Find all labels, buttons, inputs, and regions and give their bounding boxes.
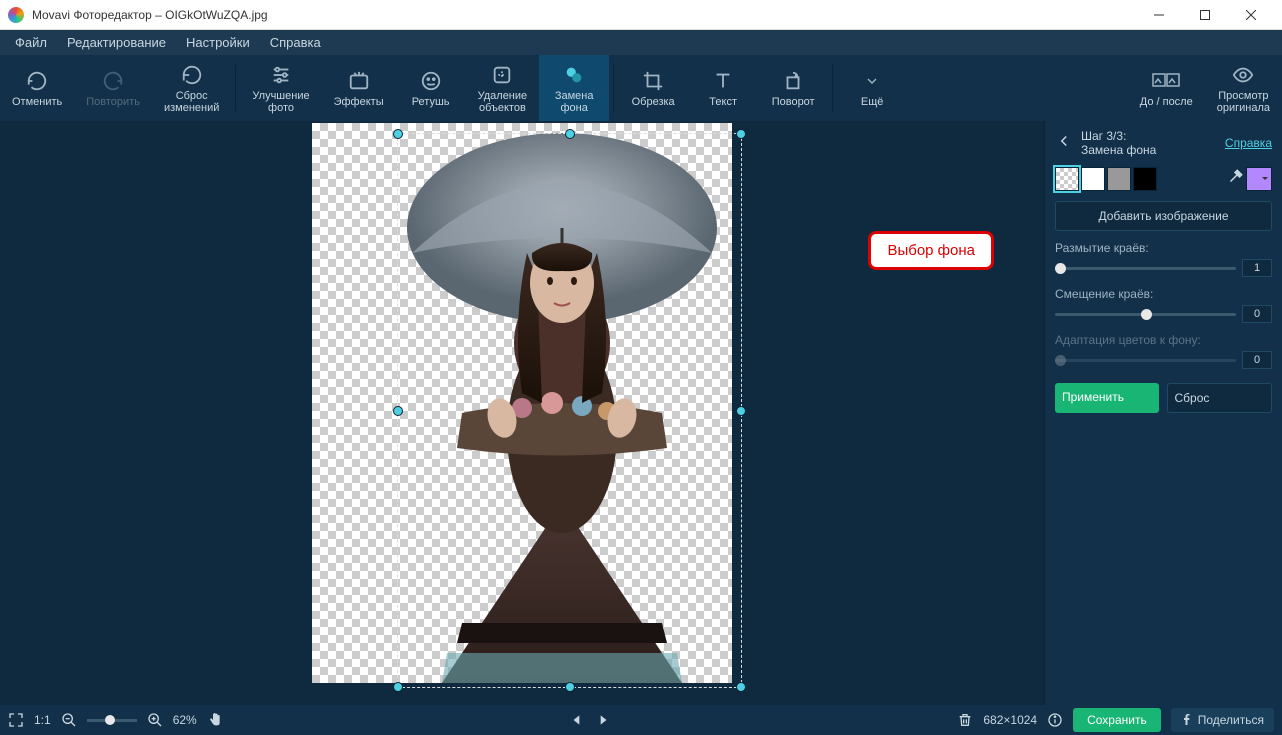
remove-objects-tool[interactable]: Удаление объектов [466, 55, 540, 121]
text-tool[interactable]: Текст [688, 55, 758, 121]
blur-value[interactable]: 1 [1242, 259, 1272, 277]
handle-mr[interactable] [736, 406, 746, 416]
sliders-icon [270, 62, 292, 88]
fullscreen-button[interactable] [8, 712, 24, 728]
close-button[interactable] [1228, 0, 1274, 30]
adapt-label: Адаптация цветов к фону: [1055, 333, 1272, 347]
blur-label: Размытие краёв: [1055, 241, 1272, 255]
menu-file[interactable]: Файл [5, 35, 57, 50]
info-button[interactable] [1047, 712, 1063, 728]
view-original-tool[interactable]: Просмотр оригинала [1205, 55, 1282, 121]
panel-title: Шаг 3/3:Замена фона [1081, 129, 1217, 157]
effects-tool[interactable]: Эффекты [322, 55, 396, 121]
text-icon [712, 68, 734, 94]
handle-tm[interactable] [565, 129, 575, 139]
hand-tool-button[interactable] [207, 712, 223, 728]
adapt-value: 0 [1242, 351, 1272, 369]
background-swap-tool[interactable]: Замена фона [539, 55, 609, 121]
menu-settings[interactable]: Настройки [176, 35, 260, 50]
side-panel: Шаг 3/3:Замена фона Справка Добавить изо… [1044, 121, 1282, 705]
separator [832, 65, 833, 111]
zoom-in-button[interactable] [147, 712, 163, 728]
handle-br[interactable] [736, 682, 746, 692]
reset-button[interactable]: Сброс [1167, 383, 1273, 413]
separator [613, 65, 614, 111]
before-after-tool[interactable]: До / после [1128, 55, 1205, 121]
compare-icon [1152, 68, 1180, 94]
workspace: Выбор фона Шаг 3/3:Замена фона Справка Д… [0, 121, 1282, 705]
maximize-button[interactable] [1182, 0, 1228, 30]
crop-icon [642, 68, 664, 94]
save-button[interactable]: Сохранить [1073, 708, 1161, 732]
bgswap-icon [563, 62, 585, 88]
eyedropper-button[interactable] [1226, 168, 1244, 191]
image-wrapper [312, 123, 732, 683]
bottom-bar: 1:1 62% 682×1024 Сохранить Поделиться [0, 705, 1282, 735]
zoom-slider[interactable] [87, 719, 137, 722]
handle-bl[interactable] [393, 682, 403, 692]
delete-button[interactable] [957, 712, 973, 728]
rotate-icon [782, 68, 804, 94]
undo-tool[interactable]: Отменить [0, 55, 74, 121]
remove-icon [491, 62, 513, 88]
reset-icon [181, 62, 203, 88]
share-button[interactable]: Поделиться [1171, 708, 1274, 732]
color-swatches [1055, 167, 1272, 191]
redo-icon [102, 68, 124, 94]
next-button[interactable] [596, 713, 610, 727]
apply-button[interactable]: Применить [1055, 383, 1159, 413]
face-icon [420, 68, 442, 94]
panel-help-link[interactable]: Справка [1225, 136, 1272, 150]
reset-changes-tool[interactable]: Сброс изменений [152, 55, 231, 121]
callout-label: Выбор фона [868, 231, 994, 270]
handle-tl[interactable] [393, 129, 403, 139]
swatch-gray[interactable] [1107, 167, 1131, 191]
shift-label: Смещение краёв: [1055, 287, 1272, 301]
window-title: Movavi Фоторедактор – OIGkOtWuZQA.jpg [32, 8, 1136, 22]
menu-help[interactable]: Справка [260, 35, 331, 50]
more-tool[interactable]: Ещё [837, 55, 907, 121]
app-logo-icon [8, 7, 24, 23]
swatch-black[interactable] [1133, 167, 1157, 191]
enhance-tool[interactable]: Улучшение фото [240, 55, 321, 121]
shift-slider[interactable] [1055, 313, 1236, 316]
handle-ml[interactable] [393, 406, 403, 416]
selection-box[interactable] [397, 133, 742, 688]
retouch-tool[interactable]: Ретушь [396, 55, 466, 121]
facebook-icon [1181, 714, 1193, 726]
blur-slider[interactable] [1055, 267, 1236, 270]
fit-ratio[interactable]: 1:1 [34, 713, 51, 727]
prev-button[interactable] [570, 713, 584, 727]
main-toolbar: Отменить Повторить Сброс изменений Улучш… [0, 55, 1282, 121]
menu-bar: Файл Редактирование Настройки Справка [0, 30, 1282, 55]
swatch-transparent[interactable] [1055, 167, 1079, 191]
eye-icon [1232, 62, 1254, 88]
swatch-white[interactable] [1081, 167, 1105, 191]
chevron-down-icon [864, 68, 880, 94]
rotate-tool[interactable]: Поворот [758, 55, 828, 121]
zoom-value: 62% [173, 713, 197, 727]
undo-icon [26, 68, 48, 94]
minimize-button[interactable] [1136, 0, 1182, 30]
crop-tool[interactable]: Обрезка [618, 55, 688, 121]
shift-value[interactable]: 0 [1242, 305, 1272, 323]
redo-tool[interactable]: Повторить [74, 55, 152, 121]
zoom-out-button[interactable] [61, 712, 77, 728]
back-button[interactable] [1055, 132, 1073, 155]
menu-edit[interactable]: Редактирование [57, 35, 176, 50]
effects-icon [348, 68, 370, 94]
separator [235, 65, 236, 111]
title-bar: Movavi Фоторедактор – OIGkOtWuZQA.jpg [0, 0, 1282, 30]
handle-tr[interactable] [736, 129, 746, 139]
handle-bm[interactable] [565, 682, 575, 692]
add-image-button[interactable]: Добавить изображение [1055, 201, 1272, 231]
adapt-slider [1055, 359, 1236, 362]
canvas-area[interactable]: Выбор фона [0, 121, 1044, 705]
color-picker[interactable] [1246, 167, 1272, 191]
dimensions: 682×1024 [983, 713, 1037, 727]
